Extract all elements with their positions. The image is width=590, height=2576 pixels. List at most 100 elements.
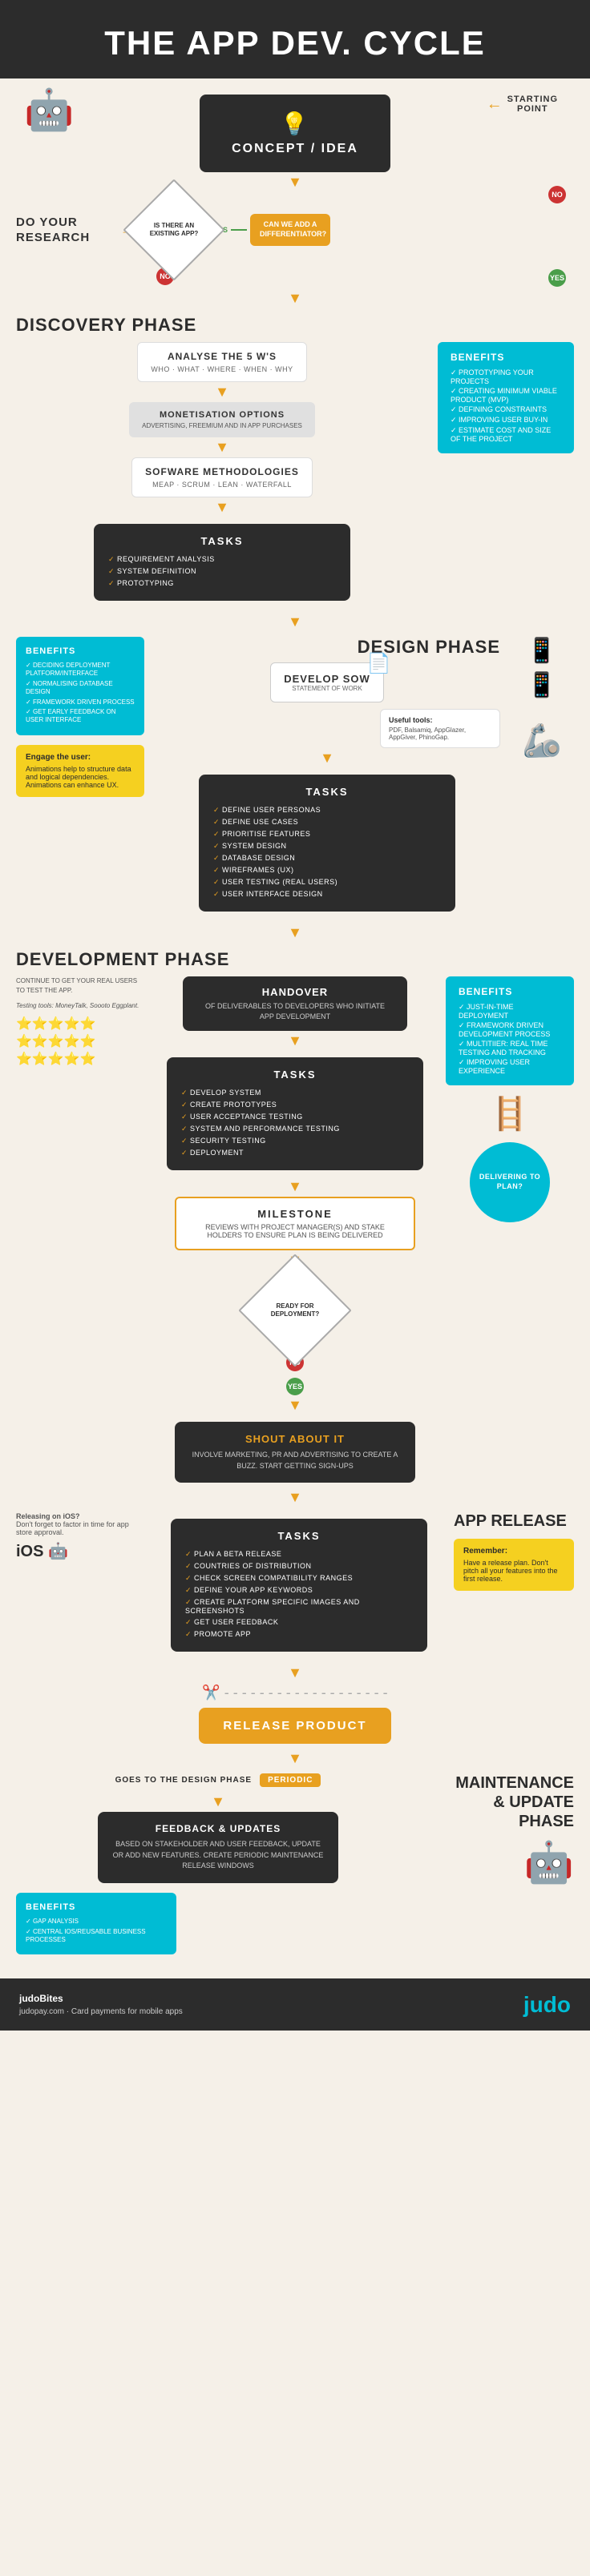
shout-box: SHOUT ABOUT IT INVOLVE MARKETING, PR AND… [175, 1422, 415, 1483]
differentiator-box: CAN WE ADD A DIFFERENTIATOR? [250, 214, 330, 245]
shout-section: SHOUT ABOUT IT INVOLVE MARKETING, PR AND… [0, 1422, 590, 1483]
arrow-monetisation: ▼ [215, 439, 229, 456]
design-left-col: BENEFITS DECIDING DEPLOYMENT PLATFORM/IN… [16, 637, 144, 797]
testing-tools: Testing tools: MoneyTalk, Soooto Eggplan… [16, 1002, 144, 1009]
release-tasks-box: TASKS PLAN A BETA RELEASE COUNTRIES OF D… [171, 1519, 427, 1652]
arrow-design: ▼ [320, 750, 334, 767]
arrow-tasks: ▼ [288, 1178, 302, 1195]
benefit-item: FRAMEWORK DRIVEN PROCESS [26, 698, 135, 707]
task-item: GET USER FEEDBACK [185, 1616, 413, 1628]
yes-badge-3: YES [286, 1378, 304, 1395]
tablet-icon: 📱 [527, 671, 556, 699]
monetisation-box: MONETISATION OPTIONS ADVERTISING, FREEMI… [129, 402, 315, 437]
task-item: USER INTERFACE DESIGN [213, 888, 441, 900]
task-item: WIREFRAMES (UX) [213, 864, 441, 876]
rating-stars-2: ⭐⭐⭐⭐⭐ [16, 1033, 144, 1049]
testing-note: CONTINUE TO GET YOUR REAL USERS TO TEST … [16, 976, 144, 996]
yes-ready: YES [286, 1378, 304, 1395]
task-item: SYSTEM DEFINITION [108, 566, 336, 578]
dev-left-col: CONTINUE TO GET YOUR REAL USERS TO TEST … [16, 976, 144, 1067]
concept-box: 💡 CONCEPT / IDEA [200, 95, 390, 172]
maintenance-right: MAINTENANCE & UPDATE PHASE 🤖 [430, 1773, 574, 1886]
task-item: SYSTEM AND PERFORMANCE TESTING [181, 1123, 409, 1135]
maintenance-benefits-box: BENEFITS GAP ANALYSIS CENTRAL iOS/REUSAB… [16, 1893, 176, 1954]
brand-name: judoBites [19, 1991, 183, 2006]
delivering-container: DELIVERING TO PLAN? [446, 1142, 574, 1222]
task-item: DEVELOP SYSTEM [181, 1087, 409, 1099]
ios-label: iOS 🤖 [16, 1541, 144, 1561]
starting-text2: POINT [507, 104, 558, 114]
handover-box: HANDOVER OF DELIVERABLES TO DEVELOPERS W… [183, 976, 407, 1031]
benefit-item: GAP ANALYSIS [26, 1917, 167, 1926]
ladder-figure: 🪜 [446, 1095, 574, 1133]
release-right-col: APP RELEASE Remember: Have a release pla… [454, 1512, 574, 1591]
release-product-section: RELEASE PRODUCT [0, 1708, 590, 1744]
analyse-box: ANALYSE THE 5 W'S WHO · WHAT · WHERE · W… [137, 342, 306, 382]
discovery-benefits-col: BENEFITS PROTOTYPING YOUR PROJECTS CREAT… [438, 342, 574, 453]
goes-to-design: GOES TO THE DESIGN PHASE PERIODIC [115, 1773, 321, 1787]
design-section: BENEFITS DECIDING DEPLOYMENT PLATFORM/IN… [0, 637, 590, 918]
tools-box: Useful tools: PDF, Balsamiq, AppGlazer, … [380, 709, 500, 748]
yes-below-canwe: YES [16, 269, 566, 287]
task-item: SYSTEM DESIGN [213, 840, 441, 852]
analyse-section: ANALYSE THE 5 W'S WHO · WHAT · WHERE · W… [0, 342, 590, 607]
task-item: DEFINE USER PERSONAS [213, 804, 441, 816]
arrow-down-1: ▼ [0, 174, 590, 191]
rating-stars-3: ⭐⭐⭐⭐⭐ [16, 1051, 144, 1067]
task-item: CHECK SCREEN COMPATIBILITY RANGES [185, 1572, 413, 1584]
feedback-box: FEEDBACK & UPDATES BASED ON STAKEHOLDER … [98, 1812, 338, 1883]
remember-box: Remember: Have a release plan. Don't pit… [454, 1539, 574, 1591]
dev-benefits-box: BENEFITS JUST-IN-TIME DEPLOYMENT FRAMEWO… [446, 976, 574, 1085]
release-box: RELEASE PRODUCT [199, 1708, 390, 1744]
task-item: USER ACCEPTANCE TESTING [181, 1111, 409, 1123]
development-section: CONTINUE TO GET YOUR REAL USERS TO TEST … [0, 976, 590, 1371]
benefit-item: MULTITIIER: REAL TIME TESTING AND TRACKI… [459, 1039, 561, 1057]
footer-logo: judo [523, 1992, 571, 2018]
discovery-phase-label: DISCOVERY PHASE [16, 315, 574, 336]
design-benefits-box: BENEFITS DECIDING DEPLOYMENT PLATFORM/IN… [16, 637, 144, 735]
task-item: PROTOTYPING [108, 578, 336, 590]
software-box: SOFWARE METHODOLOGIES MEAP · SCRUM · LEA… [131, 457, 313, 497]
discovery-phase: DISCOVERY PHASE [0, 315, 590, 336]
diamond-text: IS THERE AN EXISTING APP? [138, 219, 210, 242]
main-title: THE APP DEV. CYCLE [16, 24, 574, 62]
maintenance-center: GOES TO THE DESIGN PHASE PERIODIC ▼ FEED… [16, 1773, 420, 1883]
development-phase-section: DEVELOPMENT PHASE [0, 949, 590, 970]
yes-badge: YES [548, 269, 566, 287]
brand-tagline: judopay.com · Card payments for mobile a… [19, 2006, 183, 2018]
arrow-handover: ▼ [288, 1032, 302, 1049]
no-label-top: NO [548, 186, 566, 203]
task-item: PROMOTE APP [185, 1628, 413, 1640]
maintenance-label: MAINTENANCE & UPDATE PHASE [455, 1773, 574, 1831]
arrow-down-3: ▼ [0, 614, 590, 630]
task-item: USER TESTING (REAL USERS) [213, 876, 441, 888]
starting-label: ← STARTING POINT [487, 95, 558, 114]
task-item: REQUIREMENT ANALYSIS [108, 553, 336, 566]
starting-text1: STARTING [507, 95, 558, 104]
arrow-release: ▼ [0, 1664, 590, 1681]
infographic: THE APP DEV. CYCLE ← STARTING POINT 🤖 💡 … [0, 0, 590, 2063]
benefit-item: ESTIMATE COST AND SIZE OF THE PROJECT [451, 425, 561, 444]
arrow-shout: ▼ [0, 1489, 590, 1506]
maintenance-section: GOES TO THE DESIGN PHASE PERIODIC ▼ FEED… [0, 1773, 590, 1886]
bulb-icon: 💡 [232, 111, 358, 137]
periodic-badge: PERIODIC [260, 1773, 321, 1787]
character-figure: 🤖 [24, 87, 74, 134]
app-release-label: APP RELEASE [454, 1512, 574, 1531]
phone-icon: 📱 [527, 637, 556, 665]
task-item: PLAN A BETA RELEASE [185, 1548, 413, 1560]
task-item: DEPLOYMENT [181, 1147, 409, 1159]
discovery-tasks-box: TASKS REQUIREMENT ANALYSIS SYSTEM DEFINI… [94, 524, 350, 601]
task-item: DEFINE USE CASES [213, 816, 441, 828]
arrow-down-4: ▼ [0, 924, 590, 941]
concept-text: CONCEPT / IDEA [232, 142, 358, 156]
arrow-icon: ← [487, 95, 503, 114]
releasing-label: Releasing on iOS? Don't forget to factor… [16, 1512, 144, 1536]
paper-icon: 📄 [367, 652, 391, 675]
engage-box: Engage the user: Animations help to stru… [16, 745, 144, 797]
benefit-item: CENTRAL iOS/REUSABLE BUSINESS PROCESSES [26, 1927, 167, 1946]
discovery-benefits-box: BENEFITS PROTOTYPING YOUR PROJECTS CREAT… [438, 342, 574, 453]
existing-app-diamond: IS THERE AN EXISTING APP? [138, 194, 210, 266]
arrow-maintenance: ▼ [211, 1793, 225, 1810]
footer: judoBites judopay.com · Card payments fo… [0, 1978, 590, 2031]
